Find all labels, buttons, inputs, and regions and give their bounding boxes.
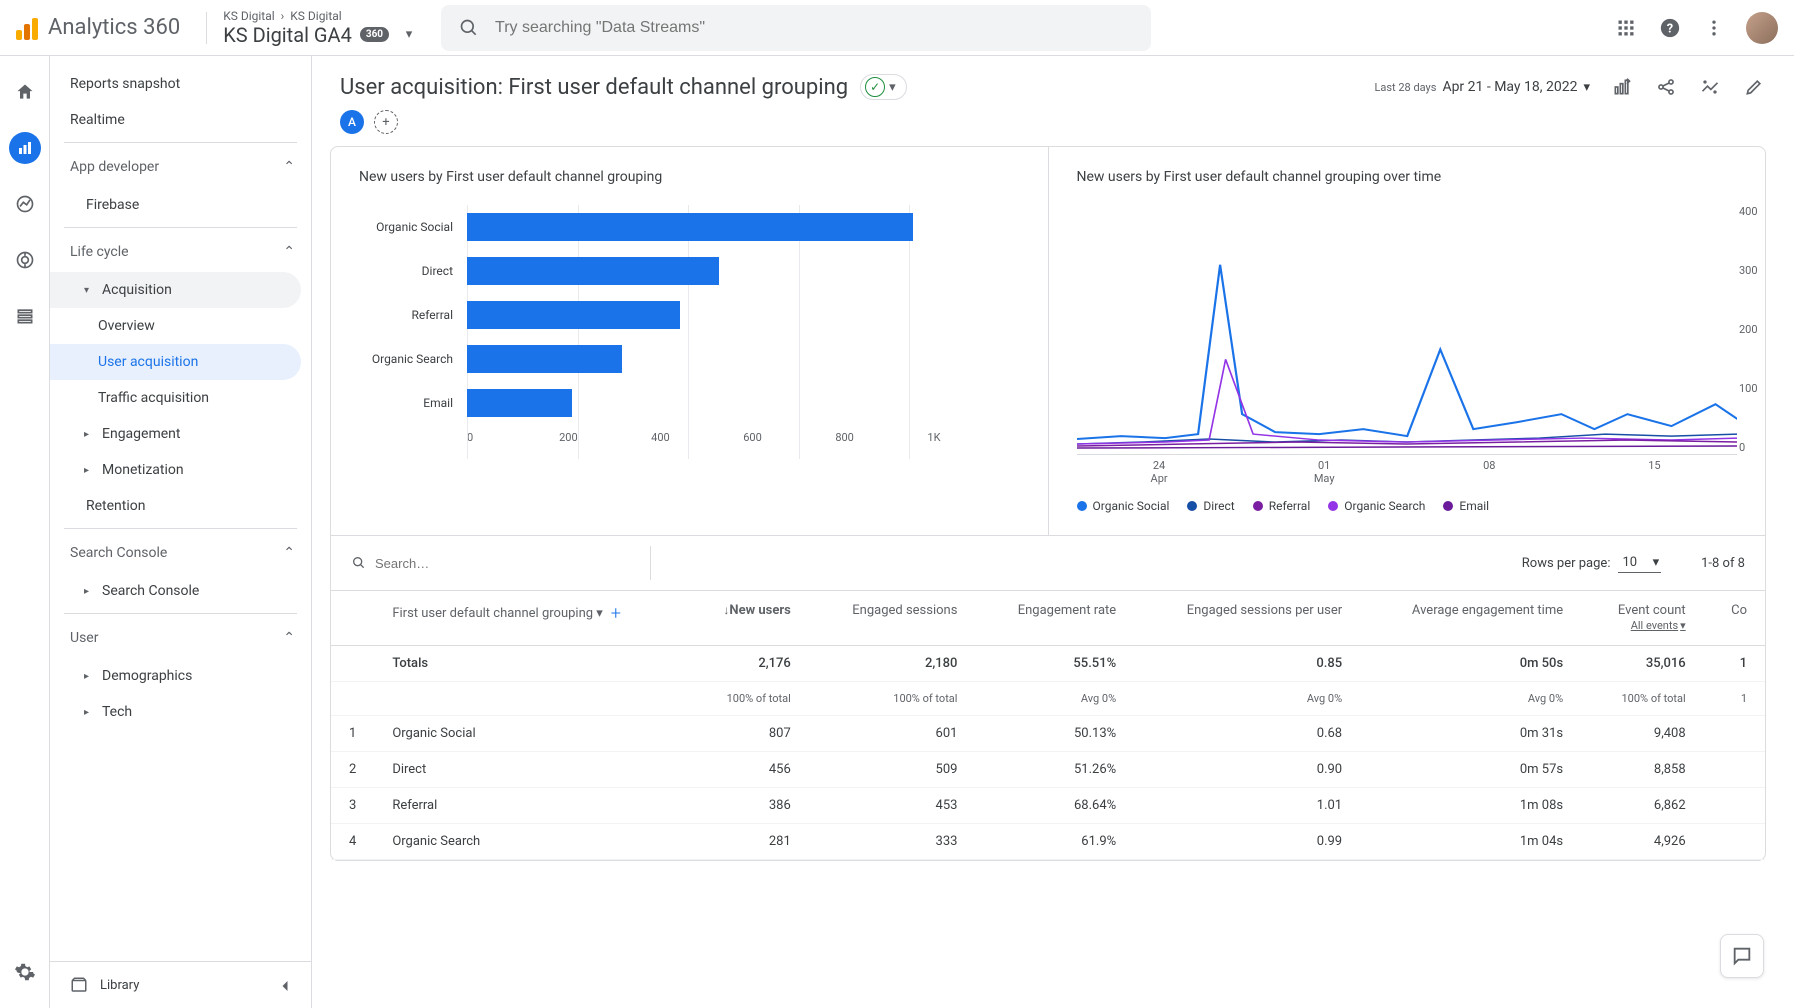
rail-admin-icon[interactable]: [9, 956, 41, 988]
search-input[interactable]: [495, 19, 1135, 37]
insights-icon[interactable]: [1698, 75, 1722, 99]
rail-home-icon[interactable]: [9, 76, 41, 108]
date-range-picker[interactable]: Last 28 days Apr 21 - May 18, 2022 ▾: [1374, 79, 1590, 95]
edit-icon[interactable]: [1742, 75, 1766, 99]
caret-down-icon: ▾: [84, 285, 94, 296]
sidebar-app-developer[interactable]: App developer ⌃: [50, 147, 311, 187]
bar-chart: Organic SocialDirectReferralOrganic Sear…: [359, 205, 1020, 485]
legend-item[interactable]: Direct: [1187, 499, 1234, 513]
table-search-icon: [351, 555, 367, 571]
rail-advertising-icon[interactable]: [9, 244, 41, 276]
property-name: KS Digital GA4: [223, 23, 352, 47]
help-icon[interactable]: ?: [1658, 16, 1682, 40]
legend-item[interactable]: Referral: [1253, 499, 1311, 513]
rail-explore-icon[interactable]: [9, 188, 41, 220]
rail-configure-icon[interactable]: [9, 300, 41, 332]
sidebar-library[interactable]: Library: [50, 961, 311, 1008]
collapse-sidebar-icon[interactable]: [275, 976, 295, 996]
sidebar-tech[interactable]: ▸Tech: [50, 694, 311, 730]
legend-item[interactable]: Organic Social: [1077, 499, 1170, 513]
rows-per-page-select[interactable]: 10 ▾: [1618, 553, 1661, 573]
sidebar-search-console-section[interactable]: Search Console ⌃: [50, 533, 311, 573]
bar-chart-title: New users by First user default channel …: [359, 169, 1020, 185]
library-icon: [70, 976, 88, 994]
comparison-chip-a[interactable]: A: [340, 110, 364, 134]
caret-right-icon: ▸: [84, 465, 94, 476]
col-new-users[interactable]: ↓New users: [687, 591, 809, 646]
rail-reports-icon[interactable]: [9, 132, 41, 164]
sidebar-monetization[interactable]: ▸Monetization: [50, 452, 311, 488]
col-co[interactable]: Co: [1704, 591, 1765, 646]
avatar[interactable]: [1746, 12, 1778, 44]
col-event-count[interactable]: Event count All events ▾: [1581, 591, 1704, 646]
dimension-dropdown[interactable]: First user default channel grouping ▾: [392, 606, 602, 621]
badge-360: 360: [360, 27, 389, 42]
sidebar-life-cycle[interactable]: Life cycle ⌃: [50, 232, 311, 272]
sidebar-demographics[interactable]: ▸Demographics: [50, 658, 311, 694]
line-chart: 4003002001000 24Apr01May0815: [1077, 205, 1738, 485]
bar-row: Email: [359, 381, 1020, 425]
add-comparison-button[interactable]: +: [374, 110, 398, 134]
caret-right-icon: ▸: [84, 671, 94, 682]
caret-right-icon: ▸: [84, 586, 94, 597]
sidebar-engagement[interactable]: ▸Engagement: [50, 416, 311, 452]
legend-item[interactable]: Email: [1443, 499, 1489, 513]
legend-item[interactable]: Organic Search: [1328, 499, 1425, 513]
status-ok-icon: ✓: [865, 77, 885, 97]
chevron-up-icon: ⌃: [283, 630, 295, 646]
customize-icon[interactable]: [1610, 75, 1634, 99]
table-row[interactable]: 3Referral38645368.64%1.011m 08s6,862: [331, 788, 1765, 824]
search-icon: [457, 16, 481, 40]
svg-text:?: ?: [1667, 21, 1673, 36]
more-icon[interactable]: [1702, 16, 1726, 40]
sidebar-reports-snapshot[interactable]: Reports snapshot: [50, 66, 311, 102]
share-icon[interactable]: [1654, 75, 1678, 99]
apps-icon[interactable]: [1614, 16, 1638, 40]
sidebar-user-section[interactable]: User ⌃: [50, 618, 311, 658]
status-dropdown-icon[interactable]: ▾: [889, 80, 896, 95]
col-avg-engagement[interactable]: Average engagement time: [1360, 591, 1581, 646]
chevron-up-icon: ⌃: [283, 159, 295, 175]
chevron-up-icon: ⌃: [283, 244, 295, 260]
chevron-down-icon: ▾: [1653, 555, 1660, 570]
sidebar-firebase[interactable]: Firebase: [50, 187, 311, 223]
feedback-button[interactable]: [1720, 934, 1764, 978]
chevron-up-icon: ⌃: [283, 545, 295, 561]
bar-row: Referral: [359, 293, 1020, 337]
totals-label: Totals: [374, 646, 686, 682]
sidebar-traffic-acquisition[interactable]: Traffic acquisition: [50, 380, 311, 416]
bar-row: Organic Search: [359, 337, 1020, 381]
sidebar-retention[interactable]: Retention: [50, 488, 311, 524]
analytics-logo: [16, 16, 38, 40]
rows-per-page-label: Rows per page:: [1522, 556, 1611, 571]
property-dropdown-icon[interactable]: ▾: [397, 23, 421, 47]
col-engagement-rate[interactable]: Engagement rate: [975, 591, 1134, 646]
add-dimension-button[interactable]: +: [611, 603, 621, 624]
search-box[interactable]: [441, 5, 1151, 51]
breadcrumb[interactable]: KS Digital›KS Digital: [223, 9, 421, 23]
event-filter-dropdown[interactable]: All events ▾: [1631, 619, 1686, 632]
sidebar-overview[interactable]: Overview: [50, 308, 311, 344]
bar-row: Direct: [359, 249, 1020, 293]
sidebar-user-acquisition[interactable]: User acquisition: [50, 344, 301, 380]
table-row[interactable]: 2Direct45650951.26%0.900m 57s8,858: [331, 752, 1765, 788]
sidebar-search-console[interactable]: ▸Search Console: [50, 573, 311, 609]
table-row[interactable]: 1Organic Social80760150.13%0.680m 31s9,4…: [331, 716, 1765, 752]
table-row[interactable]: 4Organic Search28133361.9%0.991m 04s4,92…: [331, 824, 1765, 860]
caret-right-icon: ▸: [84, 429, 94, 440]
col-engaged-sessions[interactable]: Engaged sessions: [809, 591, 976, 646]
chevron-down-icon: ▾: [1583, 80, 1590, 95]
report-title: User acquisition: First user default cha…: [340, 75, 848, 100]
line-chart-title: New users by First user default channel …: [1077, 169, 1738, 185]
page-info: 1-8 of 8: [1701, 556, 1745, 571]
sidebar-acquisition[interactable]: ▾ Acquisition: [50, 272, 301, 308]
table-search-input[interactable]: [375, 556, 551, 571]
product-name: Analytics 360: [48, 15, 180, 40]
bar-row: Organic Social: [359, 205, 1020, 249]
sidebar-realtime[interactable]: Realtime: [50, 102, 311, 138]
col-engaged-per-user[interactable]: Engaged sessions per user: [1134, 591, 1360, 646]
caret-right-icon: ▸: [84, 707, 94, 718]
